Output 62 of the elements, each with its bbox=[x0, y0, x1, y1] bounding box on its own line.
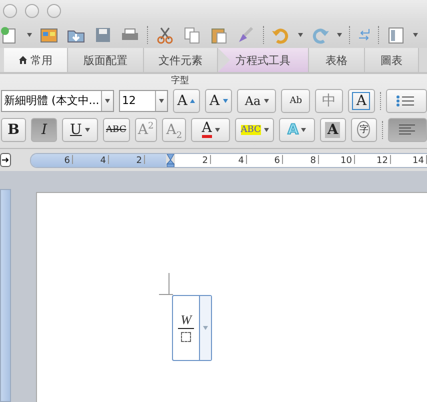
clear-formatting-button[interactable]: Ab bbox=[281, 88, 310, 112]
brush-icon[interactable] bbox=[236, 26, 256, 44]
bold-button[interactable]: B bbox=[1, 118, 26, 142]
group-title: 字型 bbox=[171, 74, 189, 86]
ribbon-tab[interactable]: 表格 bbox=[309, 48, 365, 72]
equation-numerator: W bbox=[178, 312, 194, 329]
tab-stop-button[interactable] bbox=[0, 153, 11, 167]
caret-icon[interactable] bbox=[264, 128, 269, 132]
caret-icon[interactable] bbox=[214, 128, 220, 132]
caret-icon[interactable] bbox=[301, 128, 306, 132]
save-icon[interactable] bbox=[93, 26, 113, 44]
ruler-number: 14 bbox=[391, 154, 427, 164]
ruler-number: 2 bbox=[175, 154, 211, 164]
italic-button[interactable]: I bbox=[31, 118, 58, 142]
ribbon-tab[interactable]: 文件元素 bbox=[144, 48, 218, 72]
caret-icon[interactable] bbox=[337, 33, 342, 37]
equation-box[interactable]: W bbox=[172, 295, 212, 361]
character-shading-button[interactable]: A bbox=[320, 118, 346, 142]
ribbon-tab[interactable]: 方程式工具 bbox=[218, 48, 309, 72]
align-left-button[interactable] bbox=[388, 118, 427, 142]
strikethrough-button[interactable]: ABC bbox=[102, 118, 130, 142]
ruler-number: 6 bbox=[37, 154, 73, 164]
crop-mark-icon bbox=[159, 273, 173, 295]
caret-icon[interactable] bbox=[264, 98, 269, 102]
caret-icon[interactable] bbox=[27, 33, 32, 37]
enclose-character-button[interactable]: 字 bbox=[350, 118, 377, 142]
ruler-number: 8 bbox=[283, 154, 319, 164]
ruler-number: 4 bbox=[73, 154, 109, 164]
align-left-icon bbox=[399, 124, 416, 136]
cut-icon[interactable] bbox=[155, 26, 175, 44]
copy-icon[interactable] bbox=[182, 26, 202, 44]
character-border-button[interactable]: A bbox=[348, 88, 376, 112]
bullets-button[interactable] bbox=[386, 88, 427, 112]
ribbon-tab[interactable]: 圖表 bbox=[365, 48, 419, 72]
caret-icon[interactable] bbox=[104, 98, 110, 102]
font-name-field[interactable]: 新細明體 (本文中... bbox=[1, 90, 114, 112]
paste-icon[interactable] bbox=[209, 26, 229, 44]
sidebar-icon[interactable] bbox=[386, 26, 406, 44]
ribbon-tab[interactable]: 常用 bbox=[4, 48, 68, 72]
underline-button[interactable]: U bbox=[62, 118, 98, 142]
ruler-number: 10 bbox=[319, 154, 355, 164]
ruler-number: 12 bbox=[355, 154, 391, 164]
font-color-button[interactable]: A bbox=[191, 118, 230, 142]
font-size-field[interactable]: 12 bbox=[118, 90, 168, 112]
arrow-icon bbox=[2, 157, 9, 163]
indent-marker[interactable] bbox=[166, 154, 175, 166]
placeholder-box[interactable] bbox=[181, 332, 191, 342]
grow-font-button[interactable]: A bbox=[172, 88, 200, 112]
arrow-down-icon bbox=[222, 98, 228, 102]
caret-icon[interactable] bbox=[158, 98, 164, 102]
gallery-icon[interactable] bbox=[39, 26, 59, 44]
home-icon bbox=[18, 56, 26, 64]
ribbon-tab[interactable]: 版面配置 bbox=[68, 48, 144, 72]
change-case-button[interactable]: Aa bbox=[237, 88, 276, 112]
caret-icon[interactable] bbox=[413, 33, 418, 37]
ruler-number: 6 bbox=[247, 154, 283, 164]
ruler-number: 4 bbox=[211, 154, 247, 164]
ruler-number: 2 bbox=[109, 154, 145, 164]
caret-icon[interactable] bbox=[298, 33, 303, 37]
shrink-font-button[interactable]: A bbox=[204, 88, 232, 112]
arrow-up-icon bbox=[190, 98, 196, 102]
caret-icon[interactable] bbox=[84, 128, 90, 132]
